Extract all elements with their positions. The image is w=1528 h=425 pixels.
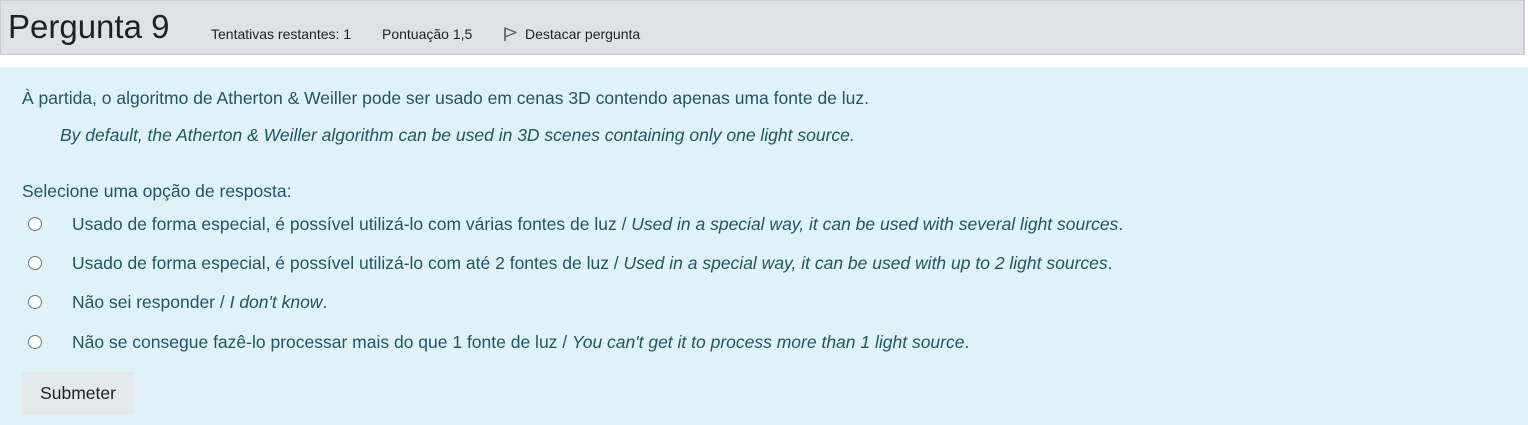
option-label: Usado de forma especial, é possível util… xyxy=(72,253,1113,273)
question-content: À partida, o algoritmo de Atherton & Wei… xyxy=(0,67,1528,425)
attempts-remaining: Tentativas restantes: 1 xyxy=(211,26,352,42)
question-text-en: By default, the Atherton & Weiller algor… xyxy=(60,125,855,145)
option-label: Não se consegue fazê-lo processar mais d… xyxy=(72,332,970,352)
flag-question-label: Destacar pergunta xyxy=(525,26,641,42)
answer-prompt: Selecione uma opção de resposta: xyxy=(22,181,292,201)
question-score: Pontuação 1,5 xyxy=(382,26,473,42)
question-title: Pergunta 9 xyxy=(8,8,170,45)
question-header: Pergunta 9 Tentativas restantes: 1 Pontu… xyxy=(0,0,1525,55)
answer-option[interactable]: Não sei responder / I don't know. xyxy=(28,291,327,313)
answer-option[interactable]: Usado de forma especial, é possível util… xyxy=(28,213,1123,235)
radio-button[interactable] xyxy=(28,256,42,270)
answer-option[interactable]: Usado de forma especial, é possível util… xyxy=(28,252,1113,274)
option-label: Não sei responder / I don't know. xyxy=(72,292,328,312)
flag-outline-icon xyxy=(502,26,518,42)
flag-question-link[interactable]: Destacar pergunta xyxy=(502,25,640,43)
submit-button[interactable]: Submeter xyxy=(22,372,134,415)
question-text-pt: À partida, o algoritmo de Atherton & Wei… xyxy=(22,88,869,108)
radio-button[interactable] xyxy=(28,217,42,231)
option-label: Usado de forma especial, é possível util… xyxy=(72,214,1124,234)
radio-button[interactable] xyxy=(28,335,42,349)
radio-button[interactable] xyxy=(28,295,42,309)
answer-option[interactable]: Não se consegue fazê-lo processar mais d… xyxy=(28,331,969,353)
